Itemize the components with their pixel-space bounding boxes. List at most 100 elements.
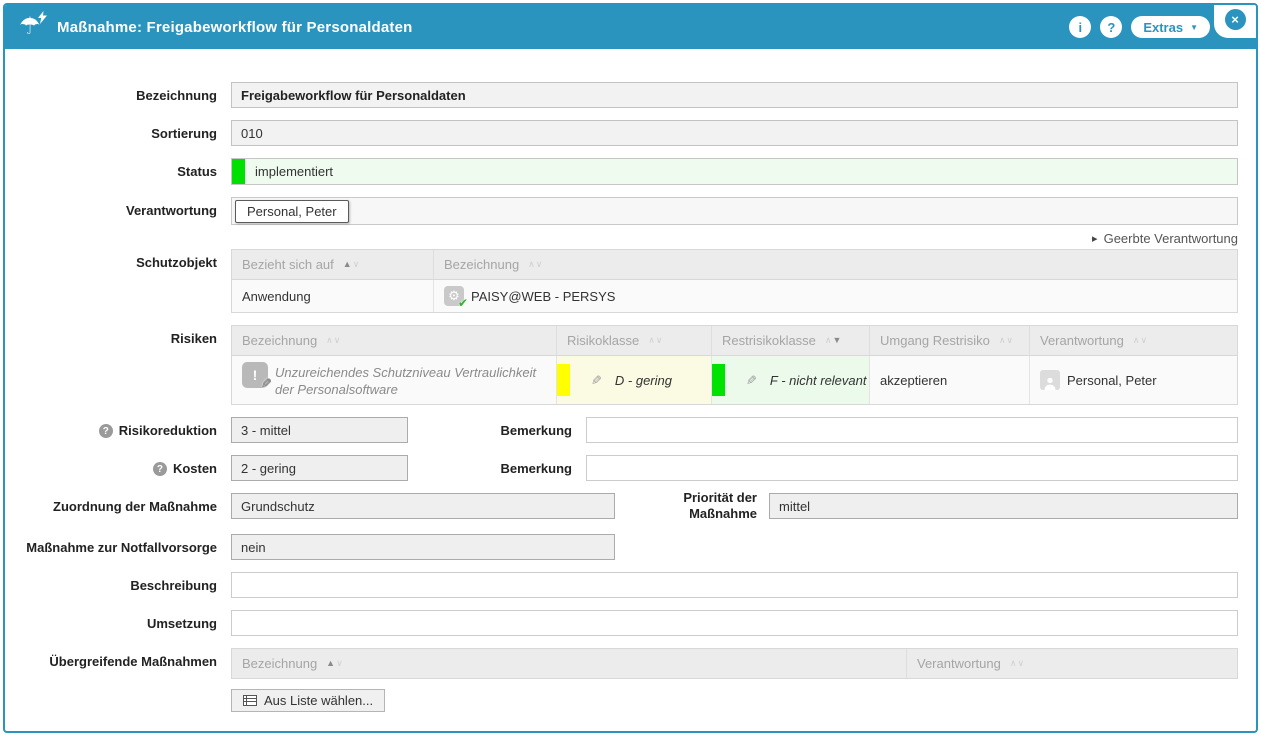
row-aus-liste: Aus Liste wählen... (5, 689, 1238, 712)
sort-asc-icon: ▲ (326, 658, 336, 668)
sort-asc-icon: ∧ (326, 335, 334, 345)
list-icon (243, 695, 257, 706)
row-risikoreduktion: ? Risikoreduktion 3 - mittel Bemerkung (5, 417, 1238, 443)
sortierung-label: Sortierung (5, 120, 217, 141)
measure-detail-window: ☂ Maßnahme: Freigabeworkflow für Persona… (3, 3, 1258, 733)
bemerkung-kosten-input[interactable] (586, 455, 1238, 481)
bemerkung-label: Bemerkung (422, 417, 572, 438)
column-uebergreifend-verantwortung: Verantwortung ∧∨ (907, 649, 1237, 678)
help-icon: ? (1107, 20, 1115, 35)
risikoklasse-color-bar (557, 364, 570, 396)
status-field[interactable]: implementiert (231, 158, 1238, 185)
beschreibung-input[interactable] (231, 572, 1238, 598)
kosten-label: ? Kosten (5, 455, 217, 476)
sort-asc-icon: ∧ (528, 259, 536, 269)
sort-desc-icon: ∨ (1006, 335, 1014, 345)
application-icon: ⚙ ✔ (444, 286, 464, 306)
risk-verantwortung-value: Personal, Peter (1067, 373, 1157, 388)
risikoreduktion-label: ? Risikoreduktion (5, 417, 217, 438)
sort-control[interactable]: ∧▼ (825, 335, 843, 346)
help-icon[interactable]: ? (153, 462, 167, 476)
column-risikoklasse: Risikoklasse ∧∨ (557, 326, 712, 355)
close-notch: × (1214, 5, 1256, 38)
risiken-label: Risiken (5, 325, 217, 346)
row-bezeichnung: Bezeichnung (5, 82, 1238, 108)
check-icon: ✔ (458, 296, 468, 310)
sort-desc-icon: ∨ (353, 259, 361, 269)
bemerkung-risiko-input[interactable] (586, 417, 1238, 443)
aus-liste-button[interactable]: Aus Liste wählen... (231, 689, 385, 712)
sort-control[interactable]: ∧∨ (1010, 658, 1025, 669)
sortierung-input[interactable] (231, 120, 1238, 146)
row-umsetzung: Umsetzung (5, 610, 1238, 636)
spacer (5, 689, 217, 695)
cell-risikoklasse[interactable]: ✎ D - gering (557, 356, 712, 404)
umbrella-lightning-icon: ☂ (19, 15, 49, 39)
row-risiken: Risiken Bezeichnung ∧∨ Risikoklasse ∧∨ R… (5, 325, 1238, 405)
sort-desc-icon: ∨ (536, 259, 544, 269)
geerbte-verantwortung-link[interactable]: Geerbte Verantwortung (1104, 231, 1238, 246)
window-title: Maßnahme: Freigabeworkflow für Personald… (57, 19, 413, 36)
help-icon[interactable]: ? (99, 424, 113, 438)
column-risiko-bezeichnung: Bezeichnung ∧∨ (232, 326, 557, 355)
sort-control[interactable]: ∧∨ (326, 335, 341, 346)
column-restrisikoklasse: Restrisikoklasse ∧▼ (712, 326, 870, 355)
sort-control[interactable]: ▲∨ (326, 658, 344, 669)
status-color-bar (232, 159, 245, 184)
risikoreduktion-select[interactable]: 3 - mittel (231, 417, 408, 443)
row-uebergreifende-massnahmen: Übergreifende Maßnahmen Bezeichnung ▲∨ V… (5, 648, 1238, 679)
chevron-down-icon: ▼ (1190, 23, 1198, 32)
extras-button[interactable]: Extras ▼ (1131, 16, 1210, 38)
cell-risiko-bezeichnung: ! ✎ Unzureichendes Schutzniveau Vertraul… (232, 356, 557, 404)
bezeichnung-label: Bezeichnung (5, 82, 217, 103)
umsetzung-input[interactable] (231, 610, 1238, 636)
extras-label: Extras (1143, 20, 1183, 35)
titlebar-actions: i ? Extras ▼ (1069, 16, 1210, 38)
pencil-icon: ✎ (258, 378, 274, 389)
lightning-icon (38, 11, 47, 24)
sort-control[interactable]: ∧∨ (999, 335, 1014, 346)
umsetzung-label: Umsetzung (5, 610, 217, 631)
sort-asc-icon: ▲ (343, 259, 353, 269)
sort-control[interactable]: ∧∨ (1133, 335, 1148, 346)
column-uebergreifend-bezeichnung: Bezeichnung ▲∨ (232, 649, 907, 678)
sort-control[interactable]: ▲∨ (343, 259, 361, 270)
bemerkung-label: Bemerkung (422, 455, 572, 476)
risk-icon: ! ✎ (242, 362, 268, 388)
table-row[interactable]: ! ✎ Unzureichendes Schutzniveau Vertraul… (232, 356, 1237, 404)
person-chip[interactable]: Personal, Peter (235, 200, 349, 223)
schutzobjekt-name[interactable]: PAISY@WEB - PERSYS (471, 289, 615, 304)
info-icon: i (1079, 20, 1083, 35)
sort-desc-icon: ∨ (334, 335, 342, 345)
risiken-table-header: Bezeichnung ∧∨ Risikoklasse ∧∨ Restrisik… (232, 326, 1237, 356)
person-icon (1040, 370, 1060, 390)
kosten-select[interactable]: 2 - gering (231, 455, 408, 481)
close-button[interactable]: × (1225, 9, 1246, 30)
prioritaet-label: Priorität der Maßnahme (629, 490, 757, 522)
notfallvorsorge-select[interactable]: nein (231, 534, 615, 560)
sort-control[interactable]: ∧∨ (528, 259, 543, 270)
sort-desc-icon: ∨ (1017, 658, 1025, 668)
risk-name-text[interactable]: Unzureichendes Schutzniveau Vertraulichk… (275, 362, 546, 398)
verantwortung-field[interactable]: Personal, Peter (231, 197, 1238, 225)
column-risiko-verantwortung: Verantwortung ∧∨ (1030, 326, 1237, 355)
row-zuordnung: Zuordnung der Maßnahme Grundschutz Prior… (5, 493, 1238, 522)
cell-restrisikoklasse[interactable]: ✎ F - nicht relevant (712, 356, 870, 404)
collapsed-arrow-icon: ▸ (1092, 232, 1098, 245)
restrisikoklasse-value: F - nicht relevant (770, 373, 867, 388)
row-geerbte-verantwortung: ▸ Geerbte Verantwortung (5, 231, 1238, 246)
info-button[interactable]: i (1069, 16, 1091, 38)
prioritaet-select[interactable]: mittel (769, 493, 1238, 519)
close-icon: × (1231, 13, 1239, 26)
sort-control[interactable]: ∧∨ (648, 335, 663, 346)
status-label: Status (5, 158, 217, 179)
column-bezeichnung: Bezeichnung ∧∨ (434, 250, 1237, 279)
row-kosten: ? Kosten 2 - gering Bemerkung (5, 455, 1238, 481)
bezeichnung-input[interactable] (231, 82, 1238, 108)
cell-umgang-restrisiko: akzeptieren (870, 356, 1030, 404)
schutzobjekt-table-header: Bezieht sich auf ▲∨ Bezeichnung ∧∨ (232, 250, 1237, 280)
edit-pencil-icon: ✎ (587, 375, 603, 386)
help-button[interactable]: ? (1100, 16, 1122, 38)
table-row[interactable]: Anwendung ⚙ ✔ PAISY@WEB - PERSYS (232, 280, 1237, 312)
zuordnung-select[interactable]: Grundschutz (231, 493, 615, 519)
